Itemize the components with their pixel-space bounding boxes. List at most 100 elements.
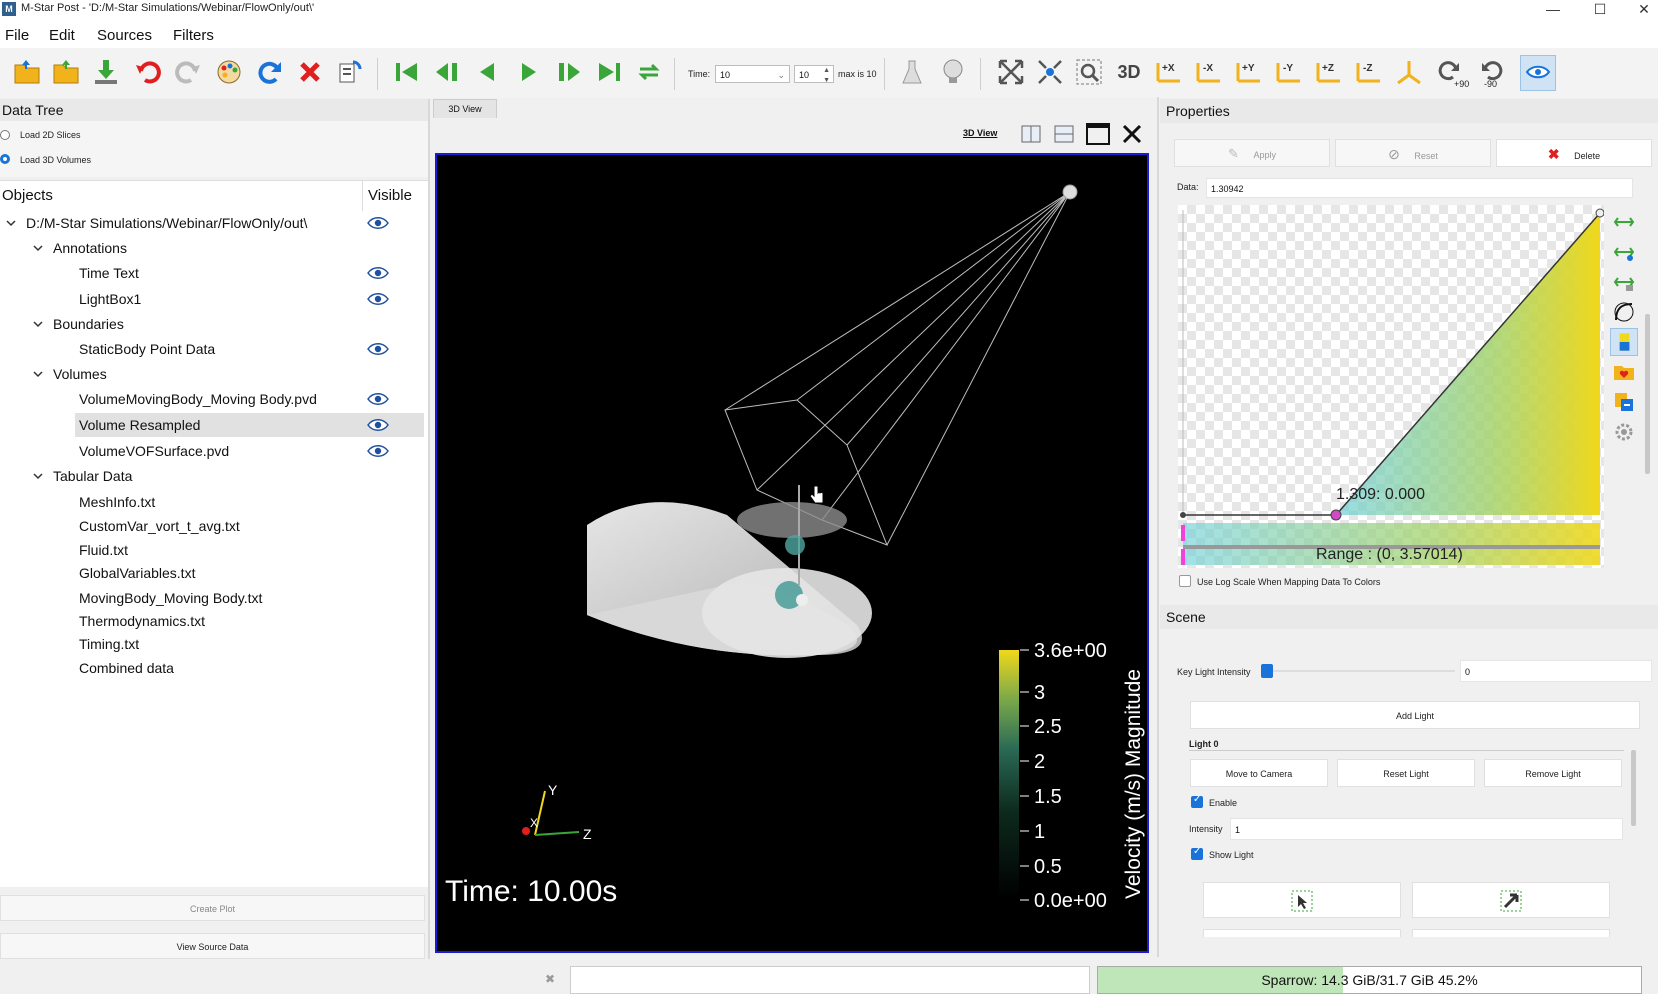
copy-properties-button[interactable] bbox=[333, 55, 367, 89]
tree-item[interactable]: Tabular Data bbox=[0, 464, 428, 488]
create-plot-button[interactable]: Create Plot bbox=[0, 895, 425, 921]
isometric-view-button[interactable] bbox=[1392, 55, 1426, 89]
loop-button[interactable] bbox=[632, 55, 666, 89]
eye-icon[interactable] bbox=[367, 418, 389, 432]
tree-item[interactable]: Volume Resampled bbox=[0, 413, 428, 437]
color-palette-button[interactable] bbox=[212, 55, 246, 89]
data-value-field[interactable]: 1.30942 bbox=[1206, 178, 1633, 198]
enable-checkbox[interactable]: ✓ bbox=[1191, 794, 1203, 808]
eye-icon[interactable] bbox=[367, 266, 389, 280]
tree-item[interactable]: StaticBody Point Data bbox=[0, 337, 428, 361]
eye-icon[interactable] bbox=[367, 292, 389, 306]
reset-button[interactable]: ⊘ Reset bbox=[1335, 139, 1491, 167]
chevron-down-icon[interactable] bbox=[31, 367, 45, 381]
open-folder-button[interactable] bbox=[10, 55, 44, 89]
undo-button[interactable] bbox=[131, 55, 165, 89]
minimize-button[interactable]: — bbox=[1533, 0, 1573, 18]
tree-item[interactable]: LightBox1 bbox=[0, 287, 428, 311]
eye-icon[interactable] bbox=[367, 342, 389, 356]
maximize-button[interactable]: ☐ bbox=[1580, 0, 1620, 18]
step-back-button[interactable] bbox=[430, 55, 464, 89]
tree-item[interactable]: D:/M-Star Simulations/Webinar/FlowOnly/o… bbox=[0, 211, 428, 235]
render-viewport[interactable]: Y X Z 3.6e+00 3 2.5 2 1.5 1 0.5 0.0e+00 Velocit… bbox=[435, 153, 1149, 953]
intensity-input[interactable]: 1 bbox=[1230, 818, 1623, 840]
rescale-visible-button[interactable] bbox=[1612, 270, 1636, 294]
tree-item[interactable]: Annotations bbox=[0, 236, 428, 260]
rescale-custom-button[interactable] bbox=[1612, 240, 1636, 264]
tree-item[interactable]: VolumeMovingBody_Moving Body.pvd bbox=[0, 387, 428, 411]
maximize-view-button[interactable] bbox=[1085, 121, 1111, 147]
load-2d-slices-radio[interactable] bbox=[0, 130, 10, 140]
view-source-data-button[interactable]: View Source Data bbox=[0, 933, 425, 959]
view-minus-x-button[interactable]: -X bbox=[1192, 55, 1226, 89]
lighting-button[interactable] bbox=[936, 55, 970, 89]
center-view-button[interactable] bbox=[1033, 55, 1067, 89]
remove-light-button[interactable]: Remove Light bbox=[1484, 759, 1622, 787]
tree-item[interactable]: CustomVar_vort_t_avg.txt bbox=[0, 514, 428, 538]
range-handle[interactable] bbox=[1181, 525, 1185, 541]
time-select[interactable]: 10 ⌄ bbox=[715, 65, 790, 83]
play-button[interactable] bbox=[512, 55, 546, 89]
eye-icon[interactable] bbox=[367, 392, 389, 406]
chevron-down-icon[interactable] bbox=[31, 317, 45, 331]
splitter[interactable] bbox=[1157, 97, 1159, 957]
close-window-button[interactable]: ✕ bbox=[1624, 0, 1658, 18]
spin-down-icon[interactable]: ▼ bbox=[823, 72, 830, 90]
eye-icon[interactable] bbox=[367, 216, 389, 230]
move-to-camera-button[interactable]: Move to Camera bbox=[1190, 759, 1328, 787]
key-light-input[interactable]: 0 bbox=[1460, 660, 1652, 682]
reset-light-button[interactable]: Reset Light bbox=[1337, 759, 1475, 787]
probe-button[interactable] bbox=[895, 55, 929, 89]
range-handle[interactable] bbox=[1181, 549, 1185, 565]
tree-item[interactable]: MeshInfo.txt bbox=[0, 490, 428, 514]
first-frame-button[interactable] bbox=[390, 55, 424, 89]
tree-item[interactable]: Fluid.txt bbox=[0, 538, 428, 562]
view-plus-y-button[interactable]: +Y bbox=[1232, 55, 1266, 89]
view-3d-link[interactable]: 3D View bbox=[963, 128, 997, 138]
eye-icon[interactable] bbox=[367, 444, 389, 458]
tree-item[interactable]: Volumes bbox=[0, 362, 428, 386]
properties-scrollbar[interactable] bbox=[1645, 314, 1650, 474]
menu-edit[interactable]: Edit bbox=[49, 27, 75, 44]
menu-file[interactable]: File bbox=[5, 27, 29, 44]
delete-properties-button[interactable]: ✖ Delete bbox=[1496, 139, 1652, 167]
menu-filters[interactable]: Filters bbox=[173, 27, 214, 44]
tree-item[interactable]: GlobalVariables.txt bbox=[0, 561, 428, 585]
light-tool-button[interactable] bbox=[1203, 929, 1401, 937]
tree-item[interactable]: Boundaries bbox=[0, 312, 428, 336]
redo-button[interactable] bbox=[171, 55, 205, 89]
log-scale-checkbox[interactable] bbox=[1179, 575, 1191, 587]
split-vertical-button[interactable] bbox=[1051, 121, 1077, 147]
tab-3d-view[interactable]: 3D View bbox=[433, 99, 497, 118]
rescale-range-button[interactable] bbox=[1612, 210, 1636, 234]
tree-item[interactable]: Thermodynamics.txt bbox=[0, 609, 428, 633]
add-light-button[interactable]: Add Light bbox=[1190, 701, 1640, 729]
chevron-down-icon[interactable] bbox=[31, 241, 45, 255]
open-file-button[interactable] bbox=[49, 55, 83, 89]
key-light-slider[interactable] bbox=[1261, 664, 1455, 678]
view-minus-z-button[interactable]: -Z bbox=[1352, 55, 1386, 89]
step-forward-button[interactable] bbox=[552, 55, 586, 89]
transfer-function-editor[interactable]: 1.309: 0.000 Range : (0, 3.57014) bbox=[1178, 205, 1604, 568]
favorite-colormap-button[interactable] bbox=[1612, 360, 1636, 384]
light-tool-button[interactable] bbox=[1412, 929, 1610, 937]
tree-item[interactable]: VolumeVOFSurface.pvd bbox=[0, 439, 428, 463]
import-button[interactable] bbox=[89, 55, 123, 89]
tree-item[interactable]: Timing.txt bbox=[0, 632, 428, 656]
advanced-settings-button[interactable] bbox=[1612, 420, 1636, 444]
last-frame-button[interactable] bbox=[592, 55, 626, 89]
zoom-box-button[interactable] bbox=[1072, 55, 1106, 89]
delete-button[interactable] bbox=[293, 55, 327, 89]
tree-item[interactable]: Combined data bbox=[0, 656, 428, 680]
freeform-button[interactable] bbox=[1612, 300, 1636, 324]
view-plus-z-button[interactable]: +Z bbox=[1312, 55, 1346, 89]
menu-sources[interactable]: Sources bbox=[97, 27, 152, 44]
close-view-button[interactable] bbox=[1119, 121, 1145, 147]
chevron-down-icon[interactable] bbox=[4, 216, 18, 230]
tree-item[interactable]: MovingBody_Moving Body.txt bbox=[0, 586, 428, 610]
colormap-button[interactable] bbox=[1610, 328, 1638, 356]
view-3d-button[interactable]: 3D bbox=[1112, 55, 1146, 89]
refresh-button[interactable] bbox=[252, 55, 286, 89]
apply-button[interactable]: ✎ Apply bbox=[1174, 139, 1330, 167]
scene-scrollbar[interactable] bbox=[1631, 750, 1636, 826]
